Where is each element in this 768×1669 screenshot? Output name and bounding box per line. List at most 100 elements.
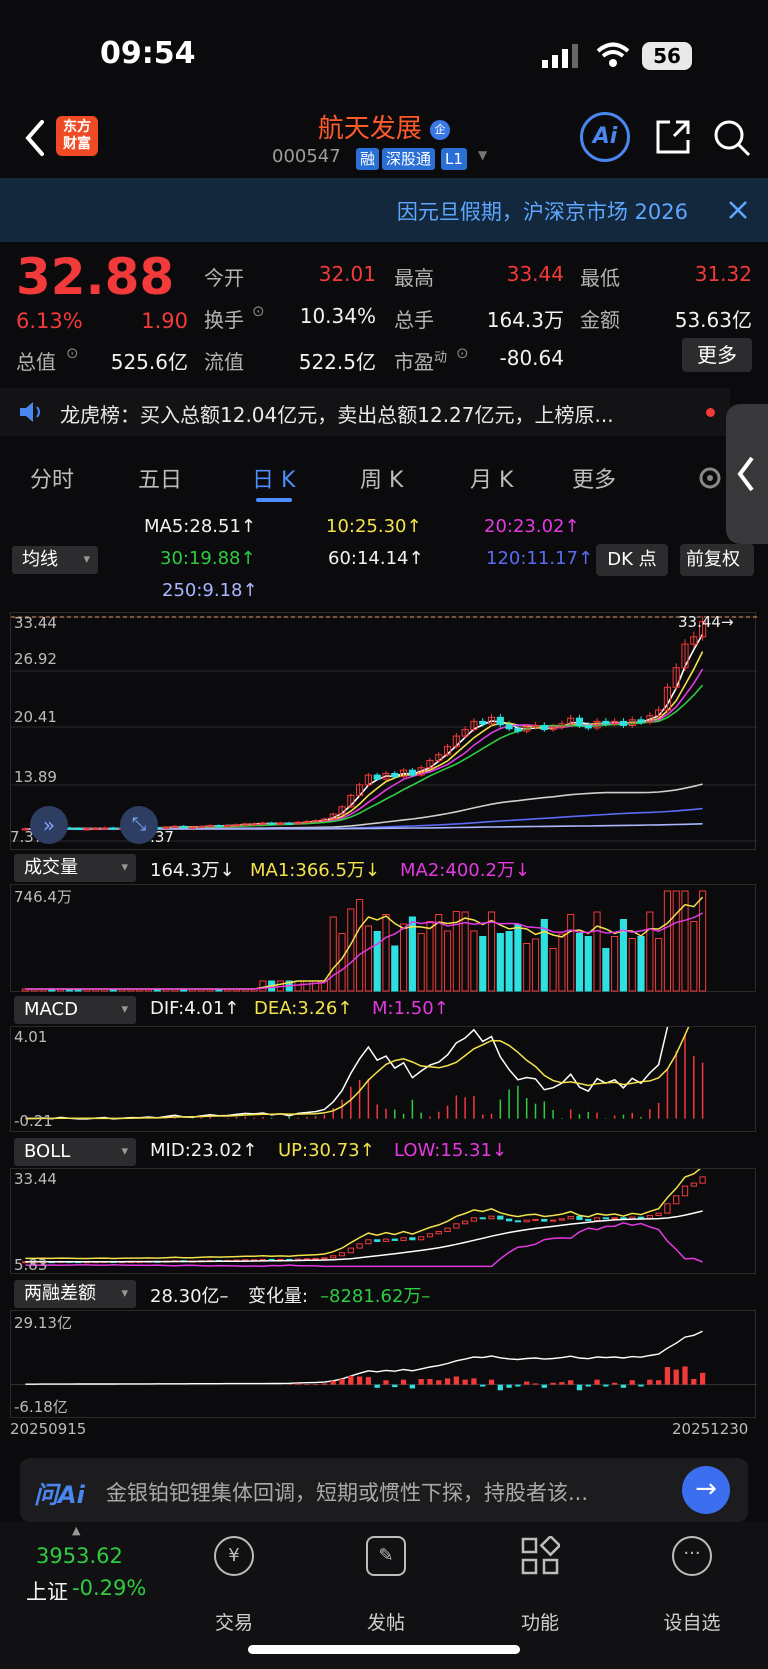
tab-daily-k[interactable]: 日 K <box>252 462 295 494</box>
nav-functions[interactable]: 功能 <box>490 1608 590 1635</box>
info-icon[interactable]: ⊙ <box>252 302 265 320</box>
margin-bottom: -6.18亿 <box>14 1398 68 1416</box>
margin-change-bar <box>585 1384 591 1387</box>
boll-candle <box>312 1257 319 1260</box>
candle-body <box>109 827 117 830</box>
ask-ai-text: 金银铂钯锂集体回调，短期或惯性下探，持股者该... <box>106 1481 589 1505</box>
float-value-label: 流值 <box>204 350 244 374</box>
change-amount: 1.90 <box>141 309 188 333</box>
tab-weekly-k[interactable]: 周 K <box>360 462 403 494</box>
margin-change-bar <box>365 1377 372 1385</box>
adjust-mode-button[interactable]: 前复权 <box>680 544 754 576</box>
info-icon[interactable]: ⊙ <box>456 344 469 362</box>
boll-panel[interactable] <box>10 1166 756 1274</box>
dragon-tiger-bar[interactable]: 龙虎榜：买入总额12.04亿元，卖出总额12.27亿元，上榜原... <box>0 388 730 436</box>
tab-intraday[interactable]: 分时 <box>30 462 74 494</box>
volume-ma1-line <box>25 896 704 990</box>
margin-change-label: 变化量: <box>248 1286 309 1307</box>
volume-bar <box>699 890 707 992</box>
kline-tick-3: 13.89 <box>14 768 57 786</box>
open-label: 今开 <box>204 266 244 290</box>
index-name[interactable]: 上证 <box>26 1576 68 1606</box>
volume-panel[interactable] <box>10 884 756 992</box>
close-icon[interactable] <box>728 200 748 220</box>
trade-icon[interactable]: ¥ <box>214 1536 254 1576</box>
volume-bar <box>294 980 302 992</box>
search-icon[interactable] <box>712 118 752 158</box>
up-arrow-icon: ↑ <box>224 998 240 1019</box>
boll-candle <box>382 1238 390 1242</box>
boll-chart <box>22 1166 706 1268</box>
send-arrow-icon[interactable]: → <box>682 1466 730 1514</box>
ai-button[interactable]: Ai <box>580 112 630 162</box>
active-tab-indicator <box>256 498 292 502</box>
nav-trade[interactable]: 交易 <box>184 1608 284 1635</box>
stock-title[interactable]: 航天发展 企 <box>0 108 768 145</box>
speaker-icon <box>20 402 40 422</box>
boll-candle <box>365 1239 372 1245</box>
volume-bar <box>593 911 601 992</box>
volume-ma1-text: MA1:366.5万 <box>250 860 365 881</box>
dk-point-button[interactable]: DK 点 <box>596 544 668 576</box>
volume-ma2: MA2:400.2万↓ <box>400 856 530 882</box>
ma60-value: 60:14.14↑ <box>328 548 424 569</box>
holiday-notice[interactable]: 因元旦假期，沪深京市场 2026 <box>0 178 768 242</box>
boll-candle <box>435 1230 442 1235</box>
amount-label: 金额 <box>580 308 620 332</box>
macd-dif-line <box>25 947 704 1120</box>
boll-candle <box>611 1217 618 1220</box>
candle-body <box>575 717 584 726</box>
macd-bottom: -0.21 <box>14 1112 53 1130</box>
nav-watchlist[interactable]: 设自选 <box>642 1608 742 1635</box>
volume-bar <box>426 921 434 992</box>
macd-m: M:1.50↑ <box>372 998 449 1019</box>
boll-candle <box>391 1238 398 1241</box>
chevron-down-icon[interactable]: ▼ <box>478 148 487 162</box>
tab-more[interactable]: 更多 <box>572 462 616 494</box>
margin-change-bar <box>462 1379 468 1385</box>
boll-up-line <box>25 1166 704 1260</box>
volume-bar <box>461 911 469 992</box>
fullscreen-icon[interactable]: ⤡ <box>120 806 158 844</box>
index-value[interactable]: 3953.62 <box>36 1544 123 1568</box>
indicator-selector-margin[interactable]: 两融差额 <box>14 1280 136 1308</box>
ma120-text: 120:11.17 <box>486 548 578 569</box>
volume-bar <box>373 931 381 992</box>
margin-panel[interactable] <box>10 1310 757 1418</box>
indicator-selector-boll[interactable]: BOLL <box>14 1138 136 1166</box>
margin-change-bar <box>559 1382 565 1385</box>
indicator-selector-ma[interactable]: 均线 <box>12 546 98 574</box>
more-button[interactable]: 更多 <box>682 338 752 372</box>
ma5-text: MA5:28.51 <box>144 516 241 537</box>
boll-candle <box>400 1237 407 1241</box>
indicator-selector-macd[interactable]: MACD <box>14 996 136 1024</box>
tab-monthly-k[interactable]: 月 K <box>470 462 513 494</box>
post-icon[interactable]: ✎ <box>366 1536 406 1576</box>
index-change[interactable]: -0.29% <box>72 1576 146 1600</box>
share-icon[interactable] <box>654 118 692 156</box>
margin-change-bar <box>400 1379 407 1385</box>
boll-candle <box>505 1218 513 1222</box>
tag-margin: 融 <box>356 148 380 170</box>
volume-bar <box>470 930 478 992</box>
indicator-selector-volume[interactable]: 成交量 <box>14 854 136 882</box>
expand-left-icon[interactable]: » <box>30 806 68 844</box>
macd-chart <box>25 947 704 1120</box>
volume-bar <box>417 933 425 992</box>
home-indicator <box>248 1645 520 1654</box>
gear-icon[interactable] <box>696 464 724 492</box>
ask-ai-bar[interactable]: 问Ai 金银铂钯锂集体回调，短期或惯性下探，持股者该... → <box>20 1458 748 1522</box>
tab-five-day[interactable]: 五日 <box>138 462 182 494</box>
info-icon[interactable]: ⊙ <box>66 344 79 362</box>
margin-change-bar <box>524 1381 530 1385</box>
margin-change-bar <box>330 1380 336 1385</box>
watchlist-icon[interactable]: ··· <box>672 1536 712 1576</box>
margin-change-bar <box>480 1384 486 1387</box>
tag-level1: L1 <box>441 148 467 170</box>
nav-post[interactable]: 发帖 <box>336 1608 436 1635</box>
boll-candle <box>321 1257 328 1260</box>
ma20-value: 20:23.02↑ <box>484 516 580 537</box>
macd-panel[interactable] <box>10 947 756 1132</box>
functions-icon[interactable] <box>520 1534 562 1576</box>
margin-change-value: –8281.62万– <box>320 1286 431 1307</box>
